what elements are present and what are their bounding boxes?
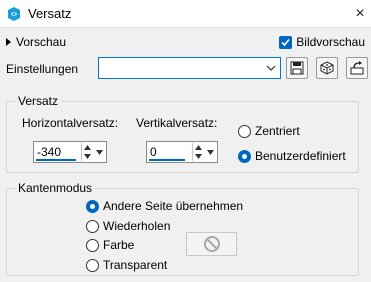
radio-button: [86, 219, 99, 233]
random-dice-icon: [320, 61, 334, 75]
expand-triangle-icon: [6, 38, 11, 46]
radio-button: [86, 258, 99, 272]
radio-custom[interactable]: Benutzerdefiniert: [238, 149, 346, 163]
radio-color-label: Farbe: [103, 238, 135, 252]
horizontal-offset-dropdown[interactable]: [95, 143, 104, 161]
horizontal-offset-spinner[interactable]: -340: [33, 141, 107, 163]
horizontal-offset-label: Horizontalversatz:: [22, 116, 119, 130]
horizontal-offset-value: -340: [37, 145, 62, 159]
title-bar: Versatz ×: [0, 0, 371, 28]
random-button[interactable]: [316, 57, 338, 79]
radio-centered[interactable]: Zentriert: [238, 124, 300, 138]
radio-wrap-other-side[interactable]: Andere Seite übernehmen: [86, 199, 243, 213]
radio-color[interactable]: Farbe: [86, 238, 134, 252]
arrow-up-icon[interactable]: [193, 143, 204, 152]
save-icon: [290, 61, 304, 75]
edge-color-swatch: [186, 232, 237, 256]
offset-legend: Versatz: [15, 94, 62, 108]
radio-button-selected: [86, 199, 99, 213]
radio-button: [238, 124, 251, 138]
vertical-offset-spinner[interactable]: 0: [146, 141, 218, 163]
radio-button-selected: [238, 149, 251, 163]
live-preview-label: Bildvorschau: [296, 35, 365, 49]
vertical-offset-arrows[interactable]: [192, 143, 204, 161]
chevron-down-icon: [96, 149, 103, 155]
reset-button[interactable]: [346, 57, 368, 79]
radio-transparent[interactable]: Transparent: [86, 258, 167, 272]
settings-dropdown[interactable]: [98, 57, 281, 79]
chevron-down-icon: [207, 149, 214, 155]
input-focus-underline: [149, 159, 185, 161]
chevron-down-icon: [266, 65, 276, 71]
preview-toggle[interactable]: Vorschau: [6, 34, 66, 50]
arrow-up-icon[interactable]: [82, 143, 93, 152]
close-icon: ×: [355, 5, 365, 22]
radio-centered-label: Zentriert: [255, 124, 300, 138]
settings-label: Einstellungen: [6, 62, 79, 76]
radio-button: [86, 238, 99, 252]
arrow-down-icon[interactable]: [82, 152, 93, 161]
horizontal-offset-arrows[interactable]: [81, 143, 93, 161]
window-title: Versatz: [28, 6, 72, 21]
vertical-offset-dropdown[interactable]: [206, 143, 215, 161]
radio-custom-label: Benutzerdefiniert: [255, 149, 346, 163]
edge-mode-legend: Kantenmodus: [15, 181, 96, 195]
save-settings-button[interactable]: [286, 57, 308, 79]
radio-repeat[interactable]: Wiederholen: [86, 219, 170, 233]
reset-icon: [350, 61, 364, 75]
radio-wrap-label: Andere Seite übernehmen: [103, 199, 244, 213]
checkbox-checked-icon: [279, 35, 293, 49]
vertical-offset-value: 0: [150, 145, 157, 159]
vertical-offset-label: Vertikalversatz:: [136, 116, 218, 130]
arrow-down-icon[interactable]: [193, 152, 204, 161]
input-focus-underline: [36, 159, 76, 161]
close-button[interactable]: ×: [349, 0, 371, 28]
paint-palette-icon: [8, 7, 20, 21]
live-preview-checkbox[interactable]: Bildvorschau: [279, 33, 365, 51]
no-color-icon: [203, 236, 220, 252]
radio-transparent-label: Transparent: [103, 258, 168, 272]
radio-repeat-label: Wiederholen: [103, 219, 171, 233]
preview-label: Vorschau: [16, 35, 67, 49]
